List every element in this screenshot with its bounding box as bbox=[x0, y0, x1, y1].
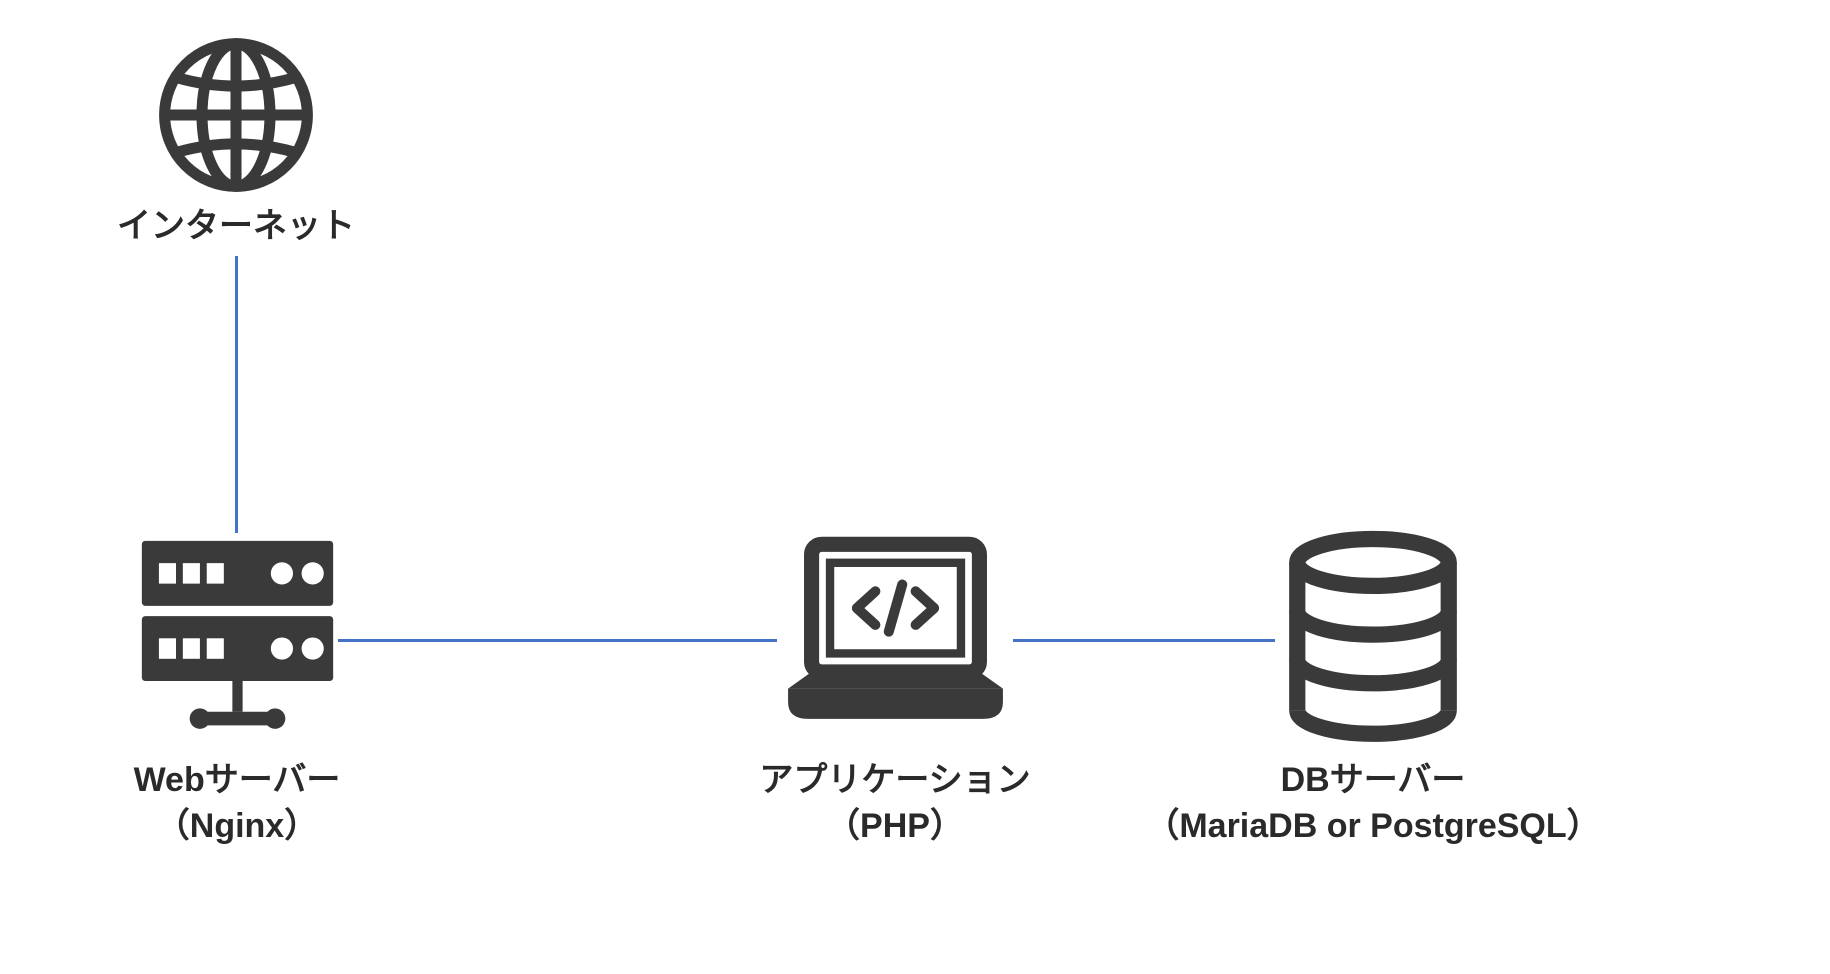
connector-web-app bbox=[338, 639, 777, 642]
db-server-label-main: DBサーバー bbox=[1145, 758, 1600, 804]
database-icon bbox=[1273, 530, 1473, 750]
internet-label: インターネット bbox=[117, 204, 355, 250]
server-icon bbox=[135, 530, 340, 750]
connector-internet-web bbox=[235, 256, 238, 533]
globe-icon bbox=[151, 30, 321, 200]
db-server-label-sub: （MariaDB or PostgreSQL） bbox=[1145, 804, 1600, 850]
web-server-label: Webサーバー （Nginx） bbox=[134, 758, 341, 850]
laptop-code-icon bbox=[778, 530, 1013, 750]
application-label-main: アプリケーション bbox=[759, 758, 1030, 804]
architecture-diagram: インターネット bbox=[0, 0, 1830, 974]
application-label-sub: （PHP） bbox=[759, 804, 1030, 850]
node-web-server: Webサーバー （Nginx） bbox=[118, 530, 356, 850]
web-server-label-sub: （Nginx） bbox=[134, 804, 341, 850]
db-server-label: DBサーバー （MariaDB or PostgreSQL） bbox=[1145, 758, 1600, 850]
internet-label-main: インターネット bbox=[117, 204, 355, 250]
node-internet: インターネット bbox=[137, 30, 335, 250]
application-label: アプリケーション （PHP） bbox=[759, 758, 1030, 850]
web-server-label-main: Webサーバー bbox=[134, 758, 341, 804]
node-application: アプリケーション （PHP） bbox=[745, 530, 1045, 850]
node-db-server: DBサーバー （MariaDB or PostgreSQL） bbox=[1148, 530, 1598, 850]
